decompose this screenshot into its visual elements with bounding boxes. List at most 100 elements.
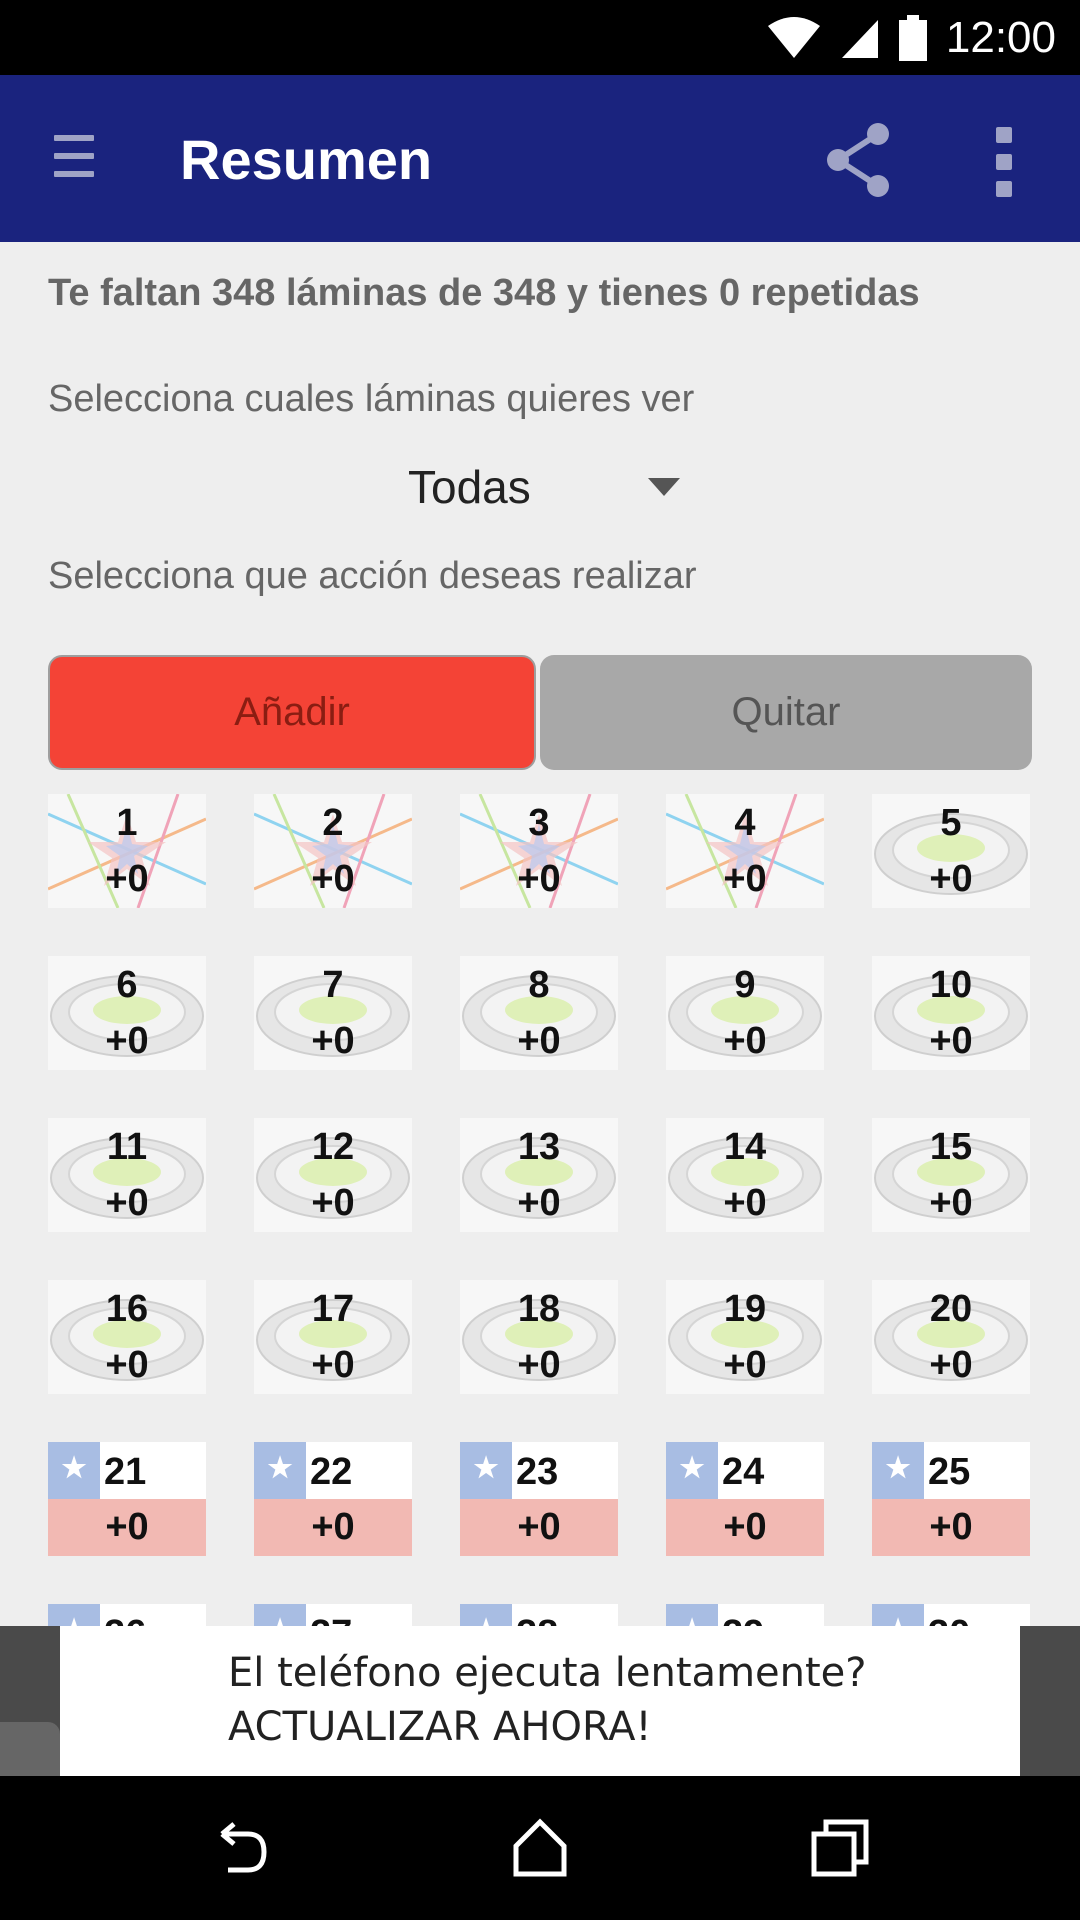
sticker-number: 8 [528, 964, 550, 1006]
sticker-tile[interactable]: ★27+0 [254, 1604, 412, 1626]
sticker-tile[interactable]: ★29+0 [666, 1604, 824, 1626]
sticker-count: +0 [311, 1020, 355, 1062]
ad-banner[interactable]: El teléfono ejecuta lentamente? ACTUALIZ… [0, 1626, 1080, 1776]
sticker-tile[interactable]: 7 +0 [254, 956, 412, 1070]
sticker-number: 27 [310, 1604, 352, 1626]
back-icon[interactable] [208, 1816, 272, 1880]
sticker-number: 9 [734, 964, 756, 1006]
battery-icon [898, 15, 927, 61]
sticker-tile[interactable]: 13 +0 [460, 1118, 618, 1232]
sticker-tile[interactable]: 15 +0 [872, 1118, 1030, 1232]
ad-content[interactable]: El teléfono ejecuta lentamente? ACTUALIZ… [60, 1626, 1020, 1776]
sticker-number: 15 [929, 1126, 973, 1168]
sticker-number: 11 [106, 1126, 148, 1168]
sticker-count: +0 [723, 1344, 767, 1386]
sticker-count: +0 [723, 1182, 767, 1224]
star-icon: ★ [678, 1616, 706, 1627]
sticker-number: 23 [516, 1451, 559, 1493]
sticker-number: 12 [311, 1126, 355, 1168]
sticker-tile[interactable]: 5 +0 [872, 794, 1030, 908]
sticker-count: +0 [105, 1020, 149, 1062]
sticker-tile[interactable]: ★ 22 +0 [254, 1442, 412, 1556]
status-time: 12:00 [945, 13, 1056, 62]
star-icon: ★ [60, 1616, 88, 1627]
sticker-tile[interactable]: 1 +0 [48, 794, 206, 908]
sticker-tile[interactable]: ★ 23 +0 [460, 1442, 618, 1556]
sticker-tile[interactable]: ★26+0 [48, 1604, 206, 1626]
sticker-tile[interactable]: ★30+0 [872, 1604, 1030, 1626]
star-icon: ★ [266, 1616, 294, 1627]
sticker-count: +0 [929, 1344, 973, 1386]
filter-dropdown[interactable]: Todas [408, 460, 688, 520]
remove-button[interactable]: Quitar [540, 655, 1032, 770]
sticker-tile[interactable]: ★ 25 +0 [872, 1442, 1030, 1556]
app-bar: Resumen [0, 75, 1080, 242]
sticker-number: 6 [116, 964, 138, 1006]
sticker-number: 25 [928, 1451, 971, 1493]
star-icon: ★ [885, 1452, 911, 1483]
sticker-tile[interactable]: 17 +0 [254, 1280, 412, 1394]
home-icon[interactable] [508, 1816, 572, 1880]
sticker-count: +0 [929, 1506, 973, 1548]
sticker-count: +0 [105, 1182, 149, 1224]
sticker-number: 2 [322, 802, 344, 844]
sticker-tile[interactable]: 10 +0 [872, 956, 1030, 1070]
sticker-tile[interactable]: ★28+0 [460, 1604, 618, 1626]
star-icon: ★ [679, 1452, 705, 1483]
star-icon: ★ [473, 1452, 499, 1483]
sticker-number: 5 [940, 802, 962, 844]
sticker-number: 16 [105, 1288, 149, 1330]
sticker-count: +0 [105, 858, 149, 900]
sticker-tile[interactable]: 12 +0 [254, 1118, 412, 1232]
sticker-number: 22 [310, 1451, 353, 1493]
sticker-tile[interactable]: 8 +0 [460, 956, 618, 1070]
sticker-tile[interactable]: 6 +0 [48, 956, 206, 1070]
sticker-number: 30 [928, 1604, 970, 1626]
sticker-count: +0 [517, 1506, 561, 1548]
star-icon: ★ [61, 1452, 87, 1483]
sticker-tile[interactable]: 9 +0 [666, 956, 824, 1070]
status-bar: 12:00 [0, 0, 1080, 75]
sticker-tile[interactable]: ★ 24 +0 [666, 1442, 824, 1556]
sticker-tile[interactable]: ★ 21 +0 [48, 1442, 206, 1556]
sticker-tile[interactable]: 2 +0 [254, 794, 412, 908]
sticker-count: +0 [105, 1506, 149, 1548]
sticker-count: +0 [105, 1344, 149, 1386]
sticker-count: +0 [517, 1020, 561, 1062]
sticker-count: +0 [723, 1506, 767, 1548]
ad-line-2: ACTUALIZAR AHORA! [228, 1704, 652, 1750]
sticker-tile[interactable]: 16 +0 [48, 1280, 206, 1394]
sticker-tile[interactable]: 3 +0 [460, 794, 618, 908]
sticker-count: +0 [517, 1182, 561, 1224]
recents-icon[interactable] [808, 1816, 872, 1880]
sticker-tile[interactable]: 11 +0 [48, 1118, 206, 1232]
menu-icon[interactable] [54, 135, 94, 183]
more-vert-icon[interactable] [992, 127, 1016, 197]
sticker-tile[interactable]: 4 +0 [666, 794, 824, 908]
sticker-number: 3 [528, 802, 550, 844]
sticker-number: 14 [723, 1126, 767, 1168]
sticker-tile[interactable]: 14 +0 [666, 1118, 824, 1232]
sticker-number: 10 [929, 964, 973, 1006]
sticker-tile[interactable]: 18 +0 [460, 1280, 618, 1394]
sticker-tile[interactable]: 20 +0 [872, 1280, 1030, 1394]
action-label: Selecciona que acción deseas realizar [48, 555, 697, 597]
wifi-icon [767, 17, 820, 58]
sticker-count: +0 [311, 1182, 355, 1224]
add-button[interactable]: Añadir [48, 655, 536, 770]
share-icon[interactable] [820, 120, 900, 200]
sticker-count: +0 [311, 1506, 355, 1548]
sticker-number: 20 [929, 1288, 973, 1330]
sticker-number: 24 [722, 1451, 765, 1493]
sticker-count: +0 [517, 858, 561, 900]
sticker-count: +0 [517, 1344, 561, 1386]
sticker-count: +0 [311, 1344, 355, 1386]
sticker-count: +0 [723, 858, 767, 900]
page-title: Resumen [180, 128, 433, 191]
sticker-number: 19 [723, 1288, 767, 1330]
dropdown-arrow-icon [648, 478, 680, 496]
sticker-count: +0 [929, 858, 973, 900]
ad-info-icon[interactable] [0, 1722, 60, 1776]
sticker-tile[interactable]: 19 +0 [666, 1280, 824, 1394]
sticker-number: 28 [516, 1604, 558, 1626]
